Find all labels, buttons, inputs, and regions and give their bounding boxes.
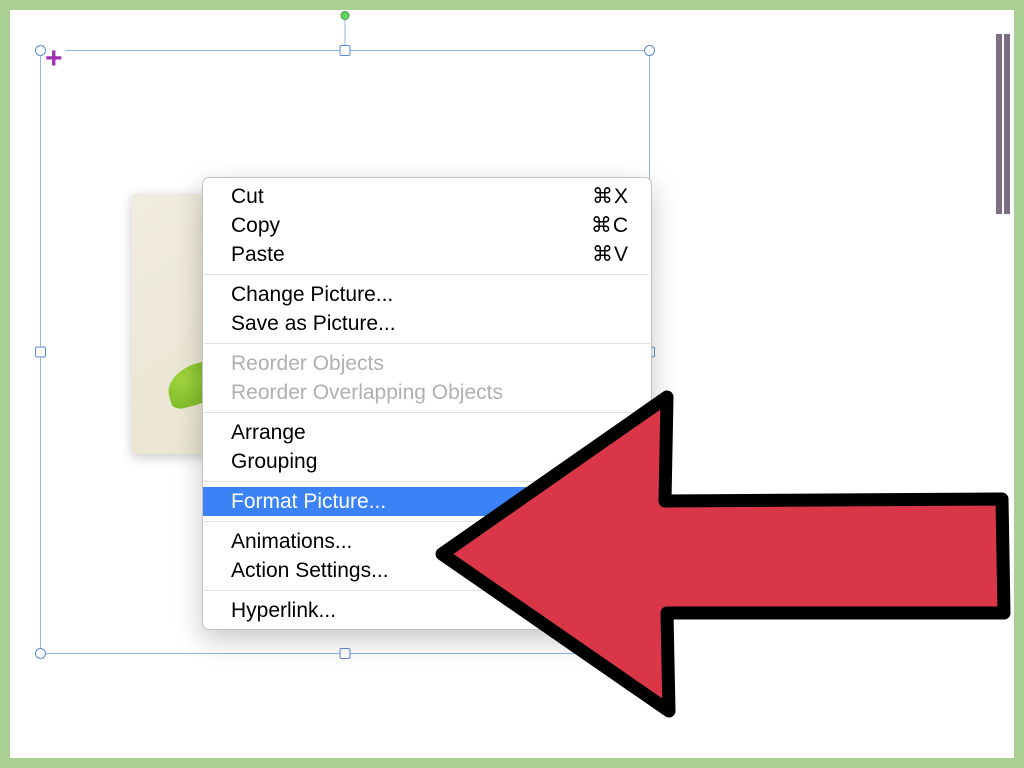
menu-item-format-picture[interactable]: Format Picture... [203,487,651,516]
resize-handle-ml[interactable] [35,347,46,358]
rotation-handle[interactable] [341,11,350,20]
resize-handle-bl[interactable] [35,648,46,659]
menu-separator [204,521,650,522]
anchor-plus-icon: + [43,48,65,70]
menu-item-reorder-overlapping-objects: Reorder Overlapping Objects [203,378,651,407]
menu-item-label: Arrange [231,421,306,445]
menu-item-label: Animations... [231,530,352,554]
menu-item-arrange[interactable]: Arrange [203,418,651,447]
right-panel-stripe [1004,34,1010,214]
resize-handle-tm[interactable] [340,45,351,56]
menu-item-cut[interactable]: Cut ⌘X [203,182,651,211]
menu-item-action-settings[interactable]: Action Settings... [203,556,651,585]
resize-handle-br[interactable] [644,648,655,659]
menu-item-label: Hyperlink... [231,599,336,623]
resize-handle-bm[interactable] [340,648,351,659]
menu-item-change-picture[interactable]: Change Picture... [203,280,651,309]
menu-separator [204,343,650,344]
tutorial-frame: + Cut ⌘X Copy ⌘C Paste ⌘V Change Picture... Sav… [0,0,1024,768]
menu-item-label: Grouping [231,450,317,474]
right-panel-stripe [996,34,1002,214]
menu-item-label: Reorder Objects [231,352,384,376]
menu-item-copy[interactable]: Copy ⌘C [203,211,651,240]
menu-item-label: Change Picture... [231,283,393,307]
menu-item-label: Copy [231,214,280,238]
menu-item-label: Paste [231,243,285,267]
menu-item-paste[interactable]: Paste ⌘V [203,240,651,269]
menu-item-hyperlink[interactable]: Hyperlink... ⌘K [203,596,651,625]
menu-item-grouping[interactable]: Grouping [203,447,651,476]
context-menu: Cut ⌘X Copy ⌘C Paste ⌘V Change Picture... Save … [202,177,652,630]
menu-separator [204,412,650,413]
menu-item-animations[interactable]: Animations... [203,527,651,556]
menu-item-label: Action Settings... [231,559,389,583]
menu-item-reorder-objects: Reorder Objects [203,349,651,378]
menu-item-label: Format Picture... [231,490,386,514]
submenu-arrow-icon [621,427,629,439]
menu-separator [204,481,650,482]
menu-item-shortcut: ⌘C [591,213,629,238]
menu-item-label: Save as Picture... [231,312,396,336]
menu-item-save-as-picture[interactable]: Save as Picture... [203,309,651,338]
resize-handle-tl[interactable] [35,45,46,56]
menu-item-shortcut: ⌘X [592,184,629,209]
menu-separator [204,274,650,275]
menu-item-label: Cut [231,185,264,209]
canvas-area: + Cut ⌘X Copy ⌘C Paste ⌘V Change Picture... Sav… [14,14,1010,754]
menu-item-shortcut: ⌘V [592,242,629,267]
rotation-handle-stick [345,17,346,45]
menu-item-label: Reorder Overlapping Objects [231,381,503,405]
menu-item-shortcut: ⌘K [592,598,629,623]
menu-separator [204,590,650,591]
resize-handle-tr[interactable] [644,45,655,56]
